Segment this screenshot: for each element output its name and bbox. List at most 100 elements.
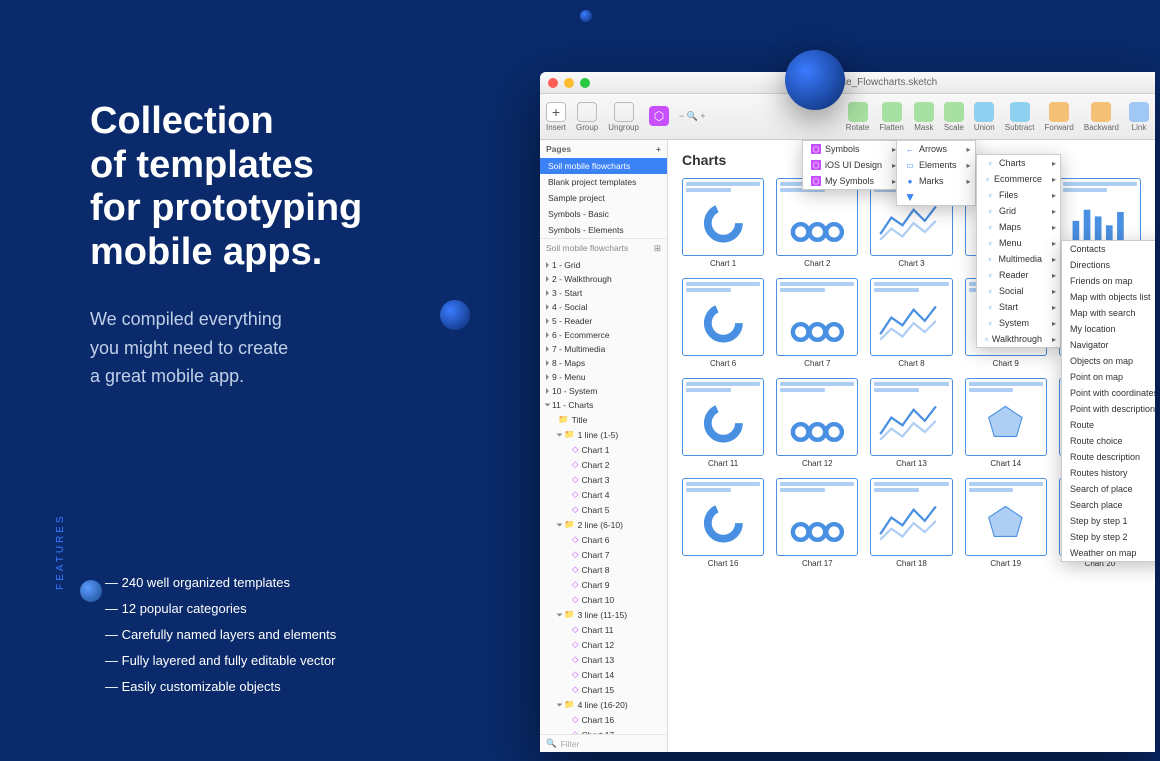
menu-item[interactable]: ▫Ecommerce <box>977 171 1060 187</box>
symbols-button[interactable]: ⬡ <box>649 106 669 127</box>
zoom-control[interactable]: − 🔍 + <box>679 111 706 122</box>
layer-item[interactable]: ◇ Chart 16 <box>540 712 667 727</box>
layer-item[interactable]: ◇ Chart 4 <box>540 487 667 502</box>
page-item[interactable]: Symbols - Elements <box>540 222 667 238</box>
menu-item[interactable]: Weather on map <box>1062 545 1155 561</box>
layer-item[interactable]: 📁 Title <box>540 412 667 427</box>
menu-item[interactable]: Directions <box>1062 257 1155 273</box>
menu-item[interactable]: Step by step 2 <box>1062 529 1155 545</box>
layer-item[interactable]: ◇ Chart 14 <box>540 667 667 682</box>
menu-item[interactable]: ▭Elements <box>897 157 975 173</box>
layer-group[interactable]: 10 - System <box>540 384 667 398</box>
page-item[interactable]: Sample project <box>540 190 667 206</box>
link-button[interactable]: Link <box>1129 102 1149 132</box>
filter-input[interactable]: 🔍Filter <box>540 734 667 752</box>
menu-item[interactable]: ⬡Symbols <box>803 141 900 157</box>
menu-item[interactable]: My location <box>1062 321 1155 337</box>
layer-item[interactable]: ◇ Chart 6 <box>540 532 667 547</box>
menu-item[interactable]: ▫Menu <box>977 235 1060 251</box>
chart-artboard[interactable]: Chart 2 <box>776 178 858 268</box>
union-button[interactable]: Union <box>974 102 995 132</box>
layer-group[interactable]: 1 - Grid <box>540 258 667 272</box>
menu-item[interactable]: Map with search <box>1062 305 1155 321</box>
chart-artboard[interactable]: Chart 6 <box>682 278 764 368</box>
backward-button[interactable]: Backward <box>1084 102 1119 132</box>
menu-item[interactable]: ▫Multimedia <box>977 251 1060 267</box>
chart-artboard[interactable]: Chart 11 <box>682 378 764 468</box>
layer-item[interactable]: ◇ Chart 5 <box>540 502 667 517</box>
layer-item[interactable]: ◇ Chart 8 <box>540 562 667 577</box>
layer-item[interactable]: ◇ Chart 11 <box>540 622 667 637</box>
chart-artboard[interactable]: Chart 18 <box>870 478 952 568</box>
layer-item[interactable]: ◇ Chart 7 <box>540 547 667 562</box>
layer-group[interactable]: 9 - Menu <box>540 370 667 384</box>
menu-item[interactable]: ▫System <box>977 315 1060 331</box>
menu-item[interactable]: ●Marks <box>897 173 975 189</box>
zoom-icon[interactable] <box>580 78 590 88</box>
menu-item[interactable]: Navigator <box>1062 337 1155 353</box>
chart-artboard[interactable]: Chart 12 <box>776 378 858 468</box>
layer-folder[interactable]: 📁 1 line (1-5) <box>540 427 667 442</box>
layer-group[interactable]: 4 - Social <box>540 300 667 314</box>
menu-item[interactable]: Search place <box>1062 497 1155 513</box>
layer-item[interactable]: ◇ Chart 3 <box>540 472 667 487</box>
layer-item[interactable]: ◇ Chart 15 <box>540 682 667 697</box>
menu-item[interactable]: ▫Social <box>977 283 1060 299</box>
menu-item[interactable]: ▼ <box>897 189 975 205</box>
menu-item[interactable]: Search of place <box>1062 481 1155 497</box>
chart-artboard[interactable]: Chart 19 <box>965 478 1047 568</box>
layer-group[interactable]: 11 - Charts <box>540 398 667 412</box>
layer-item[interactable]: ◇ Chart 13 <box>540 652 667 667</box>
menu-item[interactable]: Objects on map <box>1062 353 1155 369</box>
menu-item[interactable]: ▫Charts <box>977 155 1060 171</box>
menu-item[interactable]: ⬡iOS UI Design <box>803 157 900 173</box>
page-item[interactable]: Soil mobile flowcharts <box>540 158 667 174</box>
layer-item[interactable]: ◇ Chart 12 <box>540 637 667 652</box>
layer-group[interactable]: 7 - Multimedia <box>540 342 667 356</box>
layer-group[interactable]: 3 - Start <box>540 286 667 300</box>
rotate-button[interactable]: Rotate <box>846 102 870 132</box>
layer-group[interactable]: 8 - Maps <box>540 356 667 370</box>
menu-item[interactable]: Contacts <box>1062 241 1155 257</box>
ungroup-button[interactable]: Ungroup <box>608 102 639 132</box>
layer-group[interactable]: 5 - Reader <box>540 314 667 328</box>
menu-item[interactable]: Map with objects list <box>1062 289 1155 305</box>
close-icon[interactable] <box>548 78 558 88</box>
chart-artboard[interactable]: Chart 7 <box>776 278 858 368</box>
chart-artboard[interactable]: Chart 8 <box>870 278 952 368</box>
layer-item[interactable]: ◇ Chart 1 <box>540 442 667 457</box>
chart-artboard[interactable]: Chart 13 <box>870 378 952 468</box>
chart-artboard[interactable]: Chart 1 <box>682 178 764 268</box>
menu-item[interactable]: Route choice <box>1062 433 1155 449</box>
menu-item[interactable]: ▫Files <box>977 187 1060 203</box>
menu-item[interactable]: Route description <box>1062 449 1155 465</box>
page-item[interactable]: Symbols - Basic <box>540 206 667 222</box>
minimize-icon[interactable] <box>564 78 574 88</box>
menu-item[interactable]: Friends on map <box>1062 273 1155 289</box>
layer-folder[interactable]: 📁 3 line (11-15) <box>540 607 667 622</box>
menu-item[interactable]: Point on map <box>1062 369 1155 385</box>
chart-artboard[interactable]: Chart 14 <box>965 378 1047 468</box>
forward-button[interactable]: Forward <box>1045 102 1074 132</box>
scale-button[interactable]: Scale <box>944 102 964 132</box>
mask-button[interactable]: Mask <box>914 102 934 132</box>
canvas[interactable]: Charts Chart 1Chart 2Chart 3Chart 4Chart… <box>668 140 1155 752</box>
layer-item[interactable]: ◇ Chart 17 <box>540 727 667 734</box>
layer-item[interactable]: ◇ Chart 9 <box>540 577 667 592</box>
layer-item[interactable]: ◇ Chart 2 <box>540 457 667 472</box>
layer-folder[interactable]: 📁 4 line (16-20) <box>540 697 667 712</box>
layer-folder[interactable]: 📁 2 line (6-10) <box>540 517 667 532</box>
titlebar[interactable]: Soil_Mobile_Flowcharts.sketch <box>540 72 1155 94</box>
menu-item[interactable]: Routes history <box>1062 465 1155 481</box>
layer-group[interactable]: 2 - Walkthrough <box>540 272 667 286</box>
page-item[interactable]: Blank project templates <box>540 174 667 190</box>
chart-artboard[interactable]: Chart 17 <box>776 478 858 568</box>
menu-item[interactable]: Point with description <box>1062 401 1155 417</box>
flatten-button[interactable]: Flatten <box>879 102 903 132</box>
menu-item[interactable]: ▫Start <box>977 299 1060 315</box>
insert-button[interactable]: +Insert <box>546 102 566 132</box>
menu-item[interactable]: ⬡My Symbols <box>803 173 900 189</box>
menu-item[interactable]: ←Arrows <box>897 141 975 157</box>
menu-item[interactable]: Route <box>1062 417 1155 433</box>
menu-item[interactable]: ▫Maps <box>977 219 1060 235</box>
